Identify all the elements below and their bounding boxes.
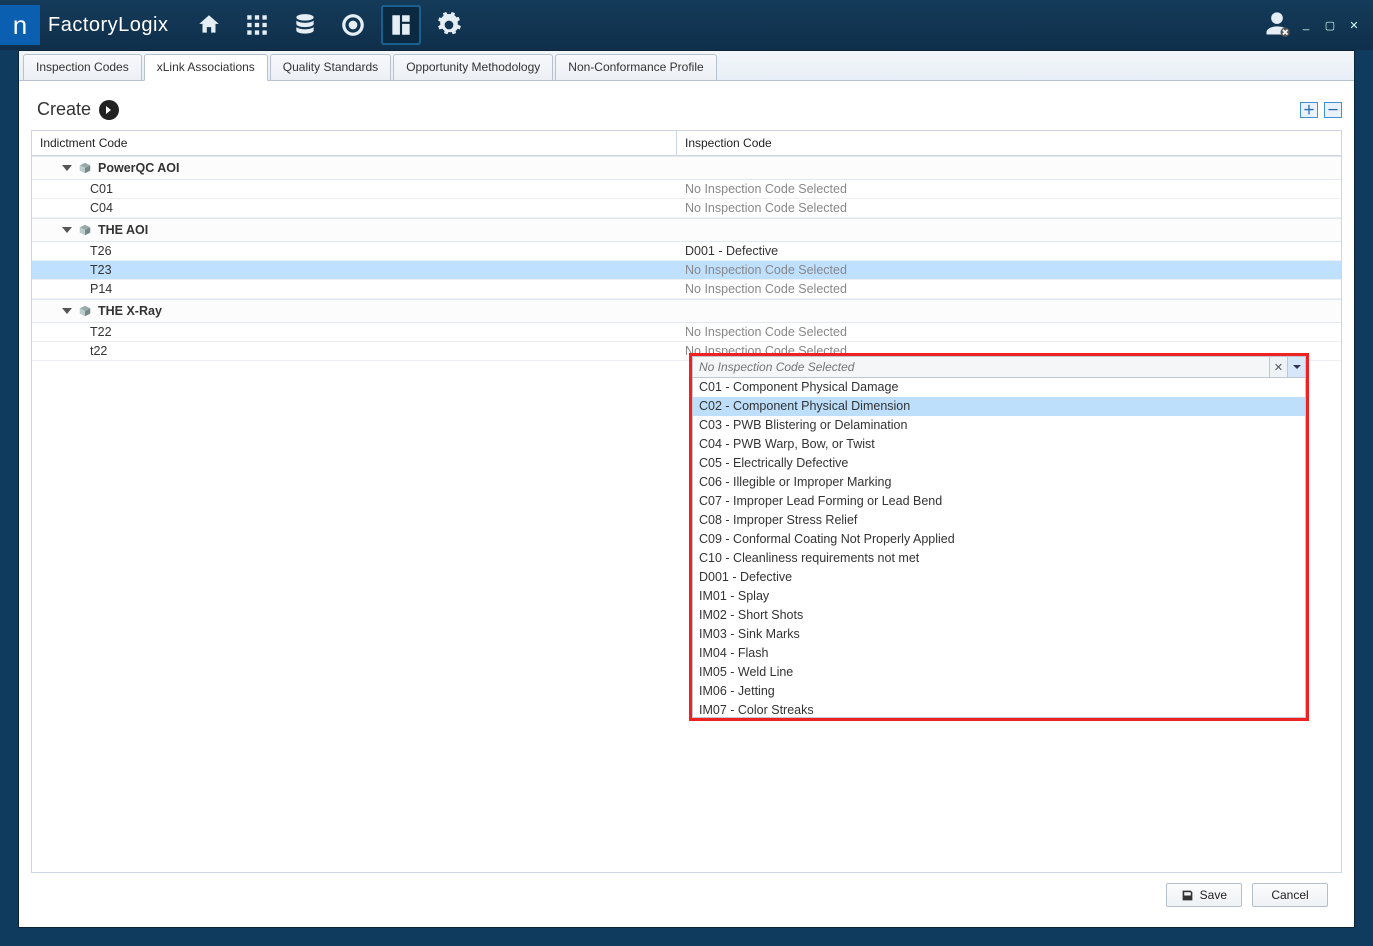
dropdown-list[interactable]: C01 - Component Physical DamageC02 - Com… (692, 378, 1306, 718)
table-row[interactable]: P14No Inspection Code Selected (32, 280, 1341, 299)
close-button[interactable]: ✕ (1345, 16, 1363, 34)
cell-inspection[interactable]: No Inspection Code Selected (677, 323, 1341, 341)
cell-indictment: t22 (32, 342, 677, 360)
gear-icon[interactable] (429, 5, 469, 45)
dropdown-option[interactable]: D001 - Defective (693, 568, 1305, 587)
save-icon (1181, 889, 1194, 902)
package-icon (78, 304, 92, 318)
target-icon[interactable] (333, 5, 373, 45)
cancel-label: Cancel (1271, 888, 1308, 902)
cell-indictment: P14 (32, 280, 677, 298)
tab-non-conformance-profile[interactable]: Non-Conformance Profile (555, 54, 716, 80)
save-label: Save (1200, 888, 1227, 902)
dropdown-option[interactable]: IM04 - Flash (693, 644, 1305, 663)
tab-inspection-codes[interactable]: Inspection Codes (23, 54, 142, 80)
cell-indictment: C01 (32, 180, 677, 198)
dropdown-clear-button[interactable]: ✕ (1269, 357, 1287, 377)
toolbar: Create ＋ － (31, 95, 1342, 124)
create-label: Create (37, 99, 91, 120)
cell-inspection[interactable]: No Inspection Code Selected (677, 261, 1341, 279)
maximize-button[interactable]: ▢ (1321, 16, 1339, 34)
home-icon[interactable] (189, 5, 229, 45)
dropdown-input-row: ✕ (692, 356, 1306, 378)
titlebar: n FactoryLogix _ ▢ ✕ (0, 0, 1373, 50)
cell-indictment: T22 (32, 323, 677, 341)
dropdown-option[interactable]: C10 - Cleanliness requirements not met (693, 549, 1305, 568)
column-header-inspection[interactable]: Inspection Code (677, 131, 1341, 155)
arrow-right-icon (99, 100, 119, 120)
dropdown-option[interactable]: C04 - PWB Warp, Bow, or Twist (693, 435, 1305, 454)
package-icon (78, 223, 92, 237)
dropdown-option[interactable]: C07 - Improper Lead Forming or Lead Bend (693, 492, 1305, 511)
group-row[interactable]: PowerQC AOI (32, 156, 1341, 180)
minimize-button[interactable]: _ (1297, 16, 1315, 34)
table-row[interactable]: C04No Inspection Code Selected (32, 199, 1341, 218)
app-body: Inspection CodesxLink AssociationsQualit… (18, 50, 1355, 928)
titlebar-icons (189, 5, 469, 45)
app-logo: n (0, 5, 40, 45)
create-button[interactable]: Create (31, 95, 125, 124)
dropdown-option[interactable]: IM05 - Weld Line (693, 663, 1305, 682)
table-row[interactable]: T26D001 - Defective (32, 242, 1341, 261)
cell-inspection[interactable]: D001 - Defective (677, 242, 1341, 260)
cell-indictment: T23 (32, 261, 677, 279)
dropdown-toggle-button[interactable] (1287, 357, 1305, 377)
dropdown-option[interactable]: C03 - PWB Blistering or Delamination (693, 416, 1305, 435)
column-header-indictment[interactable]: Indictment Code (32, 131, 677, 155)
database-icon[interactable] (285, 5, 325, 45)
collapse-icon (62, 227, 72, 233)
collapse-icon (62, 308, 72, 314)
group-name: THE AOI (98, 223, 148, 237)
grid-apps-icon[interactable] (237, 5, 277, 45)
table-row[interactable]: T23No Inspection Code Selected (32, 261, 1341, 280)
tabstrip: Inspection CodesxLink AssociationsQualit… (19, 51, 1354, 81)
dropdown-option[interactable]: C09 - Conformal Coating Not Properly App… (693, 530, 1305, 549)
collapse-all-button[interactable]: － (1324, 102, 1342, 118)
titlebar-right: _ ▢ ✕ (1263, 10, 1363, 41)
group-row[interactable]: THE AOI (32, 218, 1341, 242)
toolbar-right: ＋ － (1300, 102, 1342, 118)
dropdown-option[interactable]: IM02 - Short Shots (693, 606, 1305, 625)
dropdown-option[interactable]: IM06 - Jetting (693, 682, 1305, 701)
save-button[interactable]: Save (1166, 883, 1242, 907)
chevron-down-icon (1293, 363, 1301, 371)
table-row[interactable]: T22No Inspection Code Selected (32, 323, 1341, 342)
footer: Save Cancel (31, 873, 1342, 917)
dropdown-search-input[interactable] (693, 357, 1269, 377)
content: Create ＋ － Indictment Code Inspection Co… (19, 81, 1354, 927)
group-row[interactable]: THE X-Ray (32, 299, 1341, 323)
user-icon[interactable] (1263, 10, 1291, 41)
dropdown-option[interactable]: IM03 - Sink Marks (693, 625, 1305, 644)
table-row[interactable]: C01No Inspection Code Selected (32, 180, 1341, 199)
cancel-button[interactable]: Cancel (1252, 883, 1328, 907)
dropdown-option[interactable]: IM01 - Splay (693, 587, 1305, 606)
cell-indictment: C04 (32, 199, 677, 217)
cell-inspection[interactable]: No Inspection Code Selected (677, 280, 1341, 298)
dropdown-option[interactable]: C05 - Electrically Defective (693, 454, 1305, 473)
inspection-code-dropdown: ✕ C01 - Component Physical DamageC02 - C… (689, 353, 1309, 721)
dropdown-option[interactable]: C08 - Improper Stress Relief (693, 511, 1305, 530)
tab-opportunity-methodology[interactable]: Opportunity Methodology (393, 54, 553, 80)
app-name: FactoryLogix (48, 14, 169, 37)
collapse-icon (62, 165, 72, 171)
package-icon (78, 161, 92, 175)
tab-xlink-associations[interactable]: xLink Associations (144, 54, 268, 81)
cell-indictment: T26 (32, 242, 677, 260)
dropdown-option[interactable]: IM07 - Color Streaks (693, 701, 1305, 718)
expand-all-button[interactable]: ＋ (1300, 102, 1318, 118)
reports-icon[interactable] (381, 5, 421, 45)
dropdown-option[interactable]: C06 - Illegible or Improper Marking (693, 473, 1305, 492)
tab-quality-standards[interactable]: Quality Standards (270, 54, 391, 80)
group-name: THE X-Ray (98, 304, 162, 318)
cell-inspection[interactable]: No Inspection Code Selected (677, 180, 1341, 198)
dropdown-option[interactable]: C02 - Component Physical Dimension (693, 397, 1305, 416)
dropdown-option[interactable]: C01 - Component Physical Damage (693, 378, 1305, 397)
grid-header: Indictment Code Inspection Code (32, 131, 1341, 156)
cell-inspection[interactable]: No Inspection Code Selected (677, 199, 1341, 217)
group-name: PowerQC AOI (98, 161, 180, 175)
